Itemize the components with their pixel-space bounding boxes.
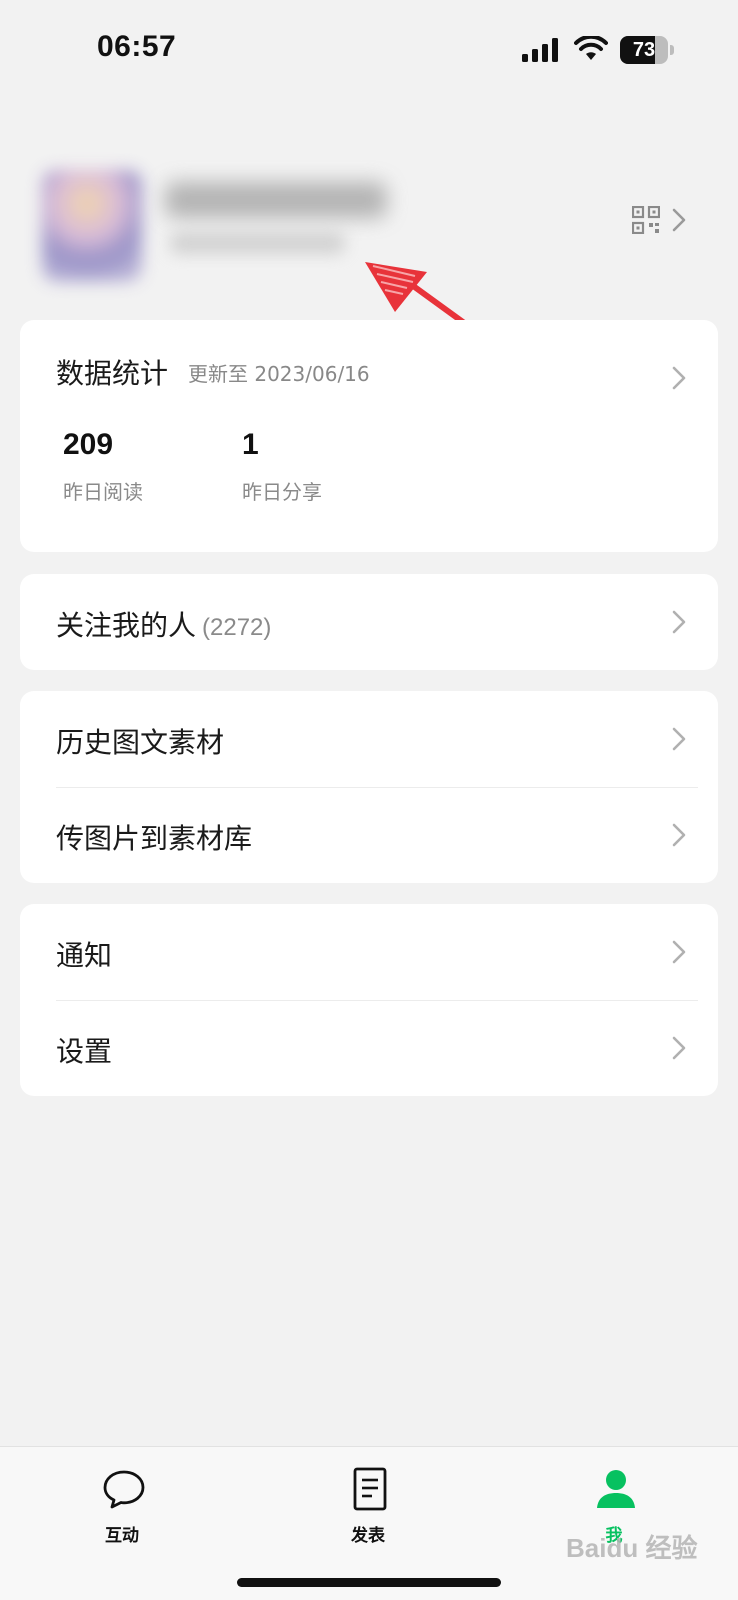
baidu-watermark: Baidu 经验 [566,1533,698,1563]
profile-header[interactable] [0,160,738,300]
chevron-right-icon [672,1036,686,1060]
account-id-blurred [170,232,345,254]
chevron-right-icon [672,610,686,634]
history-materials-label: 历史图文素材 [56,726,225,759]
document-icon [353,1467,387,1511]
avatar[interactable] [42,170,142,282]
battery-icon: 73 [620,36,674,64]
settings-card: 通知 设置 [20,904,718,1096]
nickname-blurred [165,182,387,218]
chevron-right-icon [672,208,686,232]
person-icon [597,1470,635,1508]
cellular-signal-icon [522,38,558,62]
history-materials-row[interactable]: 历史图文素材 [20,691,718,787]
status-bar: 06:57 73 [0,0,738,100]
upload-images-label: 传图片到素材库 [56,822,253,855]
battery-level: 73 [632,39,656,61]
status-time: 06:57 [97,30,177,63]
followers-count: (2272) [202,614,272,641]
bottom-tab-bar: 互动 发表 我 [0,1446,738,1600]
followers-card: 关注我的人 (2272) [20,574,718,670]
settings-row[interactable]: 设置 [20,1000,718,1096]
settings-label: 设置 [56,1035,113,1068]
materials-card: 历史图文素材 传图片到素材库 [20,691,718,883]
notifications-label: 通知 [56,939,113,972]
tab-publish-label: 发表 [351,1526,385,1546]
data-stats-card[interactable]: 数据统计 更新至 2023/06/16 209 昨日阅读 1 昨日分享 [20,320,718,552]
chevron-right-icon [672,823,686,847]
chevron-right-icon [672,727,686,751]
yesterday-reads-label: 昨日阅读 [63,480,143,504]
tab-publish[interactable]: 发表 [308,1447,428,1557]
chevron-right-icon [672,366,686,390]
notifications-row[interactable]: 通知 [20,904,718,1000]
wifi-icon [574,36,608,60]
stats-updated-date: 更新至 2023/06/16 [188,362,370,386]
chat-bubble-icon [103,1470,145,1509]
followers-label: 关注我的人 (2272) [56,609,272,642]
home-indicator[interactable] [237,1578,501,1587]
tab-interaction[interactable]: 互动 [62,1447,182,1557]
upload-images-row[interactable]: 传图片到素材库 [20,787,718,883]
tab-interaction-label: 互动 [105,1526,139,1546]
qr-code-icon[interactable] [632,206,660,234]
yesterday-shares-value: 1 [242,428,259,461]
stats-title: 数据统计 [56,357,169,390]
followers-row[interactable]: 关注我的人 (2272) [20,574,718,670]
chevron-right-icon [672,940,686,964]
yesterday-reads-value: 209 [63,428,114,461]
yesterday-shares-label: 昨日分享 [242,480,322,504]
